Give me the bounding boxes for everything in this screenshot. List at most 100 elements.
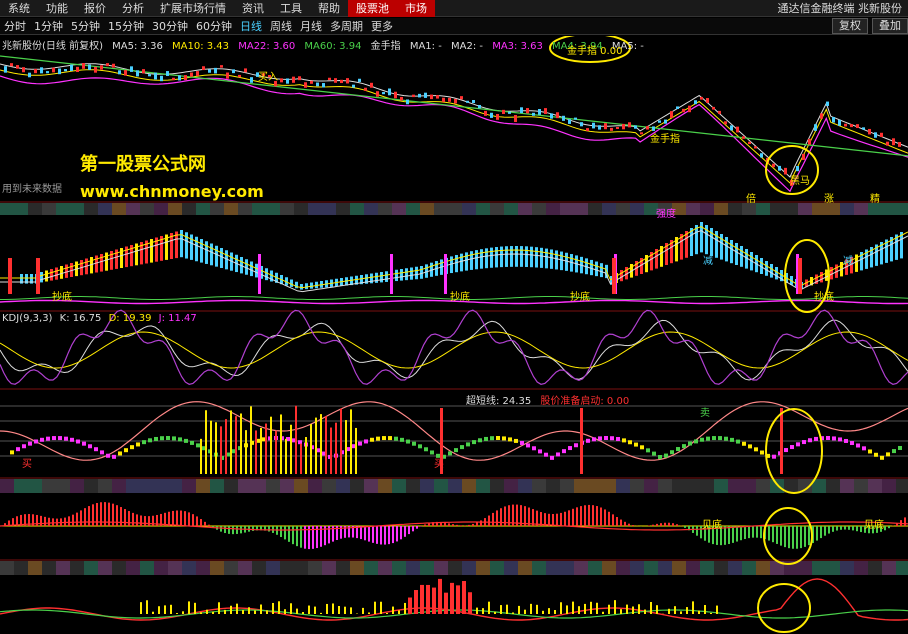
color-strip-cell (476, 203, 490, 215)
period-monthly[interactable]: 月线 (296, 18, 326, 34)
strength-bar (505, 246, 508, 267)
period-1min[interactable]: 1分钟 (30, 18, 67, 34)
color-strip-cell (112, 479, 126, 493)
color-strip-cell (462, 479, 476, 493)
period-more[interactable]: 更多 (367, 18, 397, 34)
spike-bar (220, 426, 222, 474)
overlay-button[interactable]: 叠加 (872, 18, 908, 34)
candle (754, 146, 757, 149)
color-strip-cell (140, 561, 154, 575)
period-15min[interactable]: 15分钟 (104, 18, 148, 34)
period-30min[interactable]: 30分钟 (148, 18, 192, 34)
period-weekly[interactable]: 周线 (266, 18, 296, 34)
signal-dot (898, 445, 902, 450)
color-strip-cell (770, 203, 784, 215)
panel6-bar (260, 604, 262, 614)
color-strip-cell (336, 479, 350, 493)
color-strip-cell (700, 479, 714, 493)
strength-bar (220, 248, 223, 268)
color-strip-cell (406, 203, 420, 215)
candle (82, 62, 85, 69)
panel6-bar (512, 612, 514, 614)
candle (460, 96, 463, 100)
color-strip-cell (686, 203, 700, 215)
period-60min[interactable]: 60分钟 (192, 18, 236, 34)
market-button[interactable]: 市场 (397, 0, 435, 17)
signal-dot (118, 451, 122, 456)
color-strip-cell (406, 479, 420, 493)
bottom-label-1: 抄底 (52, 292, 72, 303)
signal-dot (694, 439, 698, 444)
restore-right-button[interactable]: 复权 (832, 18, 868, 34)
macd-bar (64, 517, 66, 526)
panel6-bar (242, 610, 244, 614)
strength-bar (250, 261, 253, 277)
signal-bar-red (8, 258, 12, 294)
candle (58, 68, 61, 75)
macd-bar (772, 526, 774, 543)
candle (736, 126, 739, 133)
color-strip-cell (574, 561, 588, 575)
period-5min[interactable]: 5分钟 (67, 18, 104, 34)
signal-dot (574, 443, 578, 448)
panel6-bar (542, 610, 544, 614)
menu-item-help[interactable]: 帮助 (310, 0, 348, 17)
candle (64, 69, 67, 72)
ma2-value: MA2: - (451, 41, 483, 52)
candle (208, 69, 211, 73)
macd-bar (388, 526, 390, 545)
color-strip-cell (770, 479, 784, 493)
macd-bar (36, 514, 38, 526)
color-strip-cell (238, 561, 252, 575)
see-bottom-label-2: 见底 (864, 520, 884, 531)
color-strip-cell (168, 479, 182, 493)
candle (856, 124, 859, 129)
menu-item-system[interactable]: 系统 (0, 0, 38, 17)
candle (88, 64, 91, 70)
strength-bar (305, 283, 308, 290)
panel6-bar (686, 607, 688, 614)
macd-bar (492, 512, 494, 526)
candle (490, 112, 493, 118)
candle (40, 67, 43, 74)
signal-dot (52, 436, 56, 441)
signal-dot (658, 455, 662, 460)
menu-item-news[interactable]: 资讯 (234, 0, 272, 17)
period-multi[interactable]: 多周期 (326, 18, 367, 34)
color-strip-cell (882, 479, 896, 493)
strength-bar (95, 255, 98, 273)
signal-dot (754, 447, 758, 452)
menu-item-tools[interactable]: 工具 (272, 0, 310, 17)
color-strip-cell (826, 561, 840, 575)
menu-item-quote[interactable]: 报价 (76, 0, 114, 17)
macd-bar (152, 515, 154, 526)
macd-bar (752, 526, 754, 538)
macd-bar (192, 514, 194, 526)
color-strip-cell (728, 561, 742, 575)
signal-dot (550, 455, 554, 460)
period-daily[interactable]: 日线 (236, 18, 266, 34)
menu-item-analysis[interactable]: 分析 (114, 0, 152, 17)
signal-dot (562, 449, 566, 454)
signal-dot (196, 443, 200, 448)
macd-bar (128, 511, 130, 526)
panel6-bar (284, 609, 286, 614)
menu-item-extended-market[interactable]: 扩展市场行情 (152, 0, 234, 17)
macd-bar (676, 524, 678, 526)
period-intraday[interactable]: 分时 (0, 18, 30, 34)
color-strip-cell (266, 203, 280, 215)
color-strip-cell (840, 203, 854, 215)
chart-area[interactable] (0, 36, 908, 634)
stock-pool-button[interactable]: 股票池 (348, 0, 397, 17)
color-strip-cell (448, 203, 462, 215)
signal-dot (808, 438, 812, 443)
candle (388, 88, 391, 96)
panel6-red-bar (462, 581, 466, 614)
macd-bar (564, 511, 566, 526)
menu-item-function[interactable]: 功能 (38, 0, 76, 17)
candle (352, 84, 355, 88)
color-strip-cell (672, 479, 686, 493)
strength-label: 强度 (656, 209, 676, 220)
macd-bar (744, 526, 746, 540)
color-strip-cell (588, 203, 602, 215)
